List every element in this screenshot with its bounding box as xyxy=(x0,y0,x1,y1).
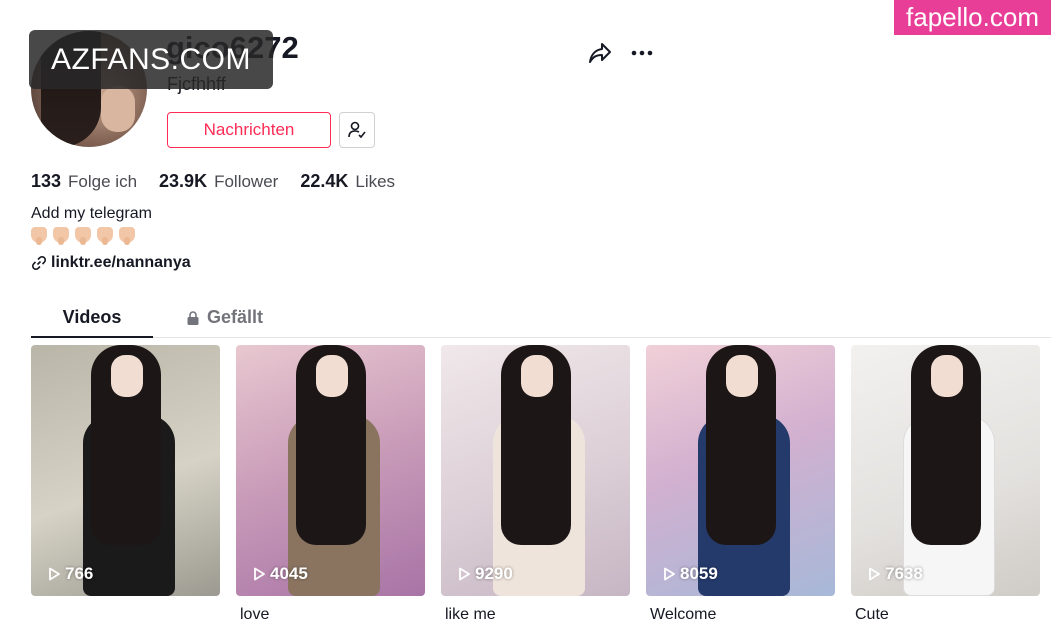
bio-emojis xyxy=(31,227,135,245)
play-count: 4045 xyxy=(252,564,308,584)
stat-followers[interactable]: 23.9K Follower xyxy=(159,171,278,192)
play-count-value: 7638 xyxy=(885,564,923,583)
video-card[interactable]: 766 xyxy=(31,345,220,626)
following-button[interactable] xyxy=(339,112,375,148)
profile-stats: 133 Folge ich 23.9K Follower 22.4K Likes xyxy=(31,171,417,192)
play-count-value: 4045 xyxy=(270,564,308,583)
watermark-fapello: fapello.com xyxy=(894,0,1051,35)
tab-liked-label: Gefällt xyxy=(207,307,264,327)
watermark-azfans: AZFANS.COM xyxy=(29,30,273,89)
video-caption[interactable]: love xyxy=(236,606,425,626)
play-count-value: 8059 xyxy=(680,564,718,583)
video-caption[interactable]: Cute xyxy=(851,606,1040,626)
video-thumbnail[interactable]: 7638 xyxy=(851,345,1040,596)
figure-face xyxy=(726,355,758,397)
stat-following[interactable]: 133 Folge ich xyxy=(31,171,137,192)
figure-face xyxy=(111,355,143,397)
video-caption[interactable] xyxy=(31,606,220,626)
stat-likes: 22.4K Likes xyxy=(300,171,395,192)
profile-page: AZFANS.COM fapello.com gico6272 Fjcfhhff… xyxy=(0,0,1051,641)
user-check-icon xyxy=(348,121,366,139)
stat-following-label: Folge ich xyxy=(68,172,138,191)
stat-followers-value: 23.9K xyxy=(159,171,208,191)
more-options-button[interactable] xyxy=(628,39,656,67)
lock-icon xyxy=(187,310,199,325)
play-count: 766 xyxy=(47,564,93,584)
more-icon xyxy=(631,50,653,56)
pointing-down-emoji-icon xyxy=(119,227,135,245)
avatar-hand xyxy=(101,86,135,132)
video-card[interactable]: 9290 like me xyxy=(441,345,630,626)
bio-text: Add my telegram xyxy=(31,205,152,222)
tab-liked[interactable]: Gefällt xyxy=(185,298,263,337)
figure-face xyxy=(521,355,553,397)
share-button[interactable] xyxy=(586,39,614,67)
play-icon xyxy=(459,567,470,581)
pointing-down-emoji-icon xyxy=(97,227,113,245)
tab-videos[interactable]: Videos xyxy=(31,298,153,338)
stat-following-value: 133 xyxy=(31,171,62,191)
message-button[interactable]: Nachrichten xyxy=(167,112,331,148)
stat-likes-label: Likes xyxy=(355,172,396,191)
pointing-down-emoji-icon xyxy=(75,227,91,245)
share-icon xyxy=(589,43,611,63)
figure-face xyxy=(316,355,348,397)
play-count: 7638 xyxy=(867,564,923,584)
video-thumbnail[interactable]: 766 xyxy=(31,345,220,596)
stat-likes-value: 22.4K xyxy=(300,171,349,191)
video-card[interactable]: 7638 Cute xyxy=(851,345,1040,626)
video-card[interactable]: 8059 Welcome xyxy=(646,345,835,626)
play-count-value: 766 xyxy=(65,564,94,583)
video-card[interactable]: 4045 love xyxy=(236,345,425,626)
play-count-value: 9290 xyxy=(475,564,513,583)
bio-link-text: linktr.ee/nannanya xyxy=(51,254,191,271)
play-icon xyxy=(254,567,265,581)
video-caption[interactable]: Welcome xyxy=(646,606,835,626)
play-count: 9290 xyxy=(457,564,513,584)
video-thumbnail[interactable]: 8059 xyxy=(646,345,835,596)
figure-face xyxy=(931,355,963,397)
play-count: 8059 xyxy=(662,564,718,584)
bio-link[interactable]: linktr.ee/nannanya xyxy=(31,254,191,272)
profile-tabs: Videos Gefällt xyxy=(31,298,1051,338)
video-thumbnail[interactable]: 9290 xyxy=(441,345,630,596)
pointing-down-emoji-icon xyxy=(31,227,47,245)
pointing-down-emoji-icon xyxy=(53,227,69,245)
play-icon xyxy=(49,567,60,581)
play-icon xyxy=(869,567,880,581)
video-caption[interactable]: like me xyxy=(441,606,630,626)
stat-followers-label: Follower xyxy=(214,172,279,191)
video-thumbnail[interactable]: 4045 xyxy=(236,345,425,596)
link-icon xyxy=(31,255,47,271)
play-icon xyxy=(664,567,675,581)
